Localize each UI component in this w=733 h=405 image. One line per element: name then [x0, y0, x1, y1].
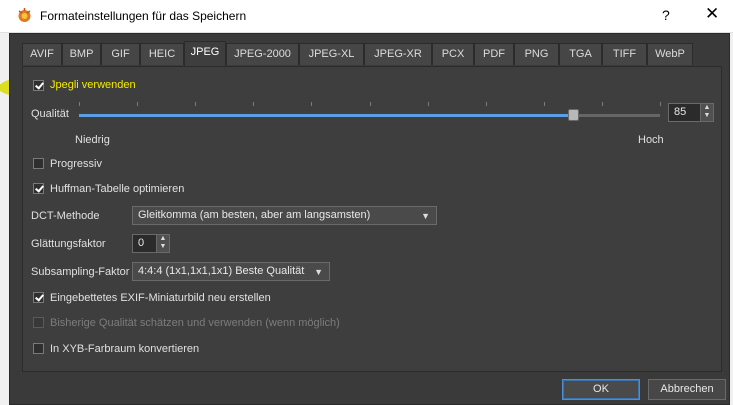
slider-tick	[79, 102, 80, 106]
progressive-label: Progressiv	[50, 158, 102, 170]
quality-spin-arrows-icon[interactable]: ▲ ▼	[700, 104, 713, 121]
exif-thumbnail-label: Eingebettetes EXIF-Miniaturbild neu erst…	[50, 292, 271, 304]
xyb-label: In XYB-Farbraum konvertieren	[50, 343, 200, 355]
tab-jpeg[interactable]: JPEG	[184, 41, 226, 66]
slider-tick	[427, 102, 429, 106]
subsampling-label: Subsampling-Faktor	[31, 266, 130, 278]
slider-tick	[195, 102, 197, 106]
tab-avif[interactable]: AVIF	[22, 43, 62, 65]
smoothing-spin-arrows-icon[interactable]: ▲ ▼	[156, 235, 169, 252]
estimate-quality-label: Bisherige Qualität schätzen und verwende…	[50, 317, 340, 329]
tab-gif[interactable]: GIF	[101, 43, 140, 65]
quality-min-label: Niedrig	[75, 134, 110, 146]
tab-pcx[interactable]: PCX	[432, 43, 474, 65]
quality-slider-handle[interactable]	[567, 109, 579, 121]
smoothing-spinbox[interactable]: 0 ▲ ▼	[132, 234, 170, 253]
tab-bmp[interactable]: BMP	[62, 43, 101, 65]
tab-tga[interactable]: TGA	[559, 43, 602, 65]
quality-slider-track	[572, 114, 660, 117]
subsampling-dropdown[interactable]: 4:4:4 (1x1,1x1,1x1) Beste Qualität ▼	[132, 262, 330, 281]
xyb-checkbox[interactable]	[33, 343, 44, 354]
huffman-checkbox[interactable]	[33, 183, 44, 194]
tab-webp[interactable]: WebP	[647, 43, 693, 65]
quality-value: 85	[674, 106, 687, 118]
progressive-checkbox[interactable]	[33, 158, 44, 169]
slider-tick	[253, 102, 255, 106]
jpegli-checkbox[interactable]	[33, 80, 44, 91]
quality-max-label: Hoch	[638, 134, 664, 146]
tab-jpeg-2000[interactable]: JPEG-2000	[226, 43, 299, 65]
ok-button[interactable]: OK	[562, 379, 640, 400]
chevron-down-icon: ▼	[314, 267, 323, 277]
close-button[interactable]: ✕	[705, 4, 719, 24]
window-title: Formateinstellungen für das Speichern	[40, 9, 247, 23]
estimate-quality-checkbox	[33, 317, 44, 328]
slider-tick	[485, 102, 487, 106]
slider-tick	[311, 102, 313, 106]
tab-tiff[interactable]: TIFF	[602, 43, 647, 65]
tab-jpeg-xr[interactable]: JPEG-XR	[364, 43, 432, 65]
quality-spinbox[interactable]: 85 ▲ ▼	[668, 103, 714, 122]
quality-label: Qualität	[31, 108, 69, 120]
huffman-label: Huffman-Tabelle optimieren	[50, 183, 185, 195]
subsampling-selected: 4:4:4 (1x1,1x1,1x1) Beste Qualität	[138, 265, 305, 277]
smoothing-label: Glättungsfaktor	[31, 238, 106, 250]
exif-thumbnail-checkbox[interactable]	[33, 292, 44, 303]
dct-label: DCT-Methode	[31, 210, 100, 222]
jpegli-label: Jpegli verwenden	[50, 79, 136, 91]
chevron-down-icon: ▼	[421, 211, 430, 221]
slider-tick	[369, 102, 371, 106]
slider-tick	[601, 102, 603, 106]
tab-heic[interactable]: HEIC	[140, 43, 184, 65]
dct-selected: Gleitkomma (am besten, aber am langsamst…	[138, 209, 371, 221]
slider-tick	[543, 102, 545, 106]
cancel-button[interactable]: Abbrechen	[648, 379, 726, 400]
tab-jpeg-xl[interactable]: JPEG-XL	[299, 43, 364, 65]
quality-slider-fill	[79, 114, 573, 117]
app-logo-icon	[18, 8, 31, 22]
help-button[interactable]: ?	[662, 7, 670, 23]
slider-tick	[660, 102, 661, 106]
slider-tick	[137, 102, 139, 106]
tab-pdf[interactable]: PDF	[474, 43, 514, 65]
tab-png[interactable]: PNG	[514, 43, 559, 65]
dct-method-dropdown[interactable]: Gleitkomma (am besten, aber am langsamst…	[132, 206, 437, 225]
title-bar: Formateinstellungen für das Speichern ? …	[0, 0, 733, 33]
smoothing-value: 0	[138, 237, 145, 249]
